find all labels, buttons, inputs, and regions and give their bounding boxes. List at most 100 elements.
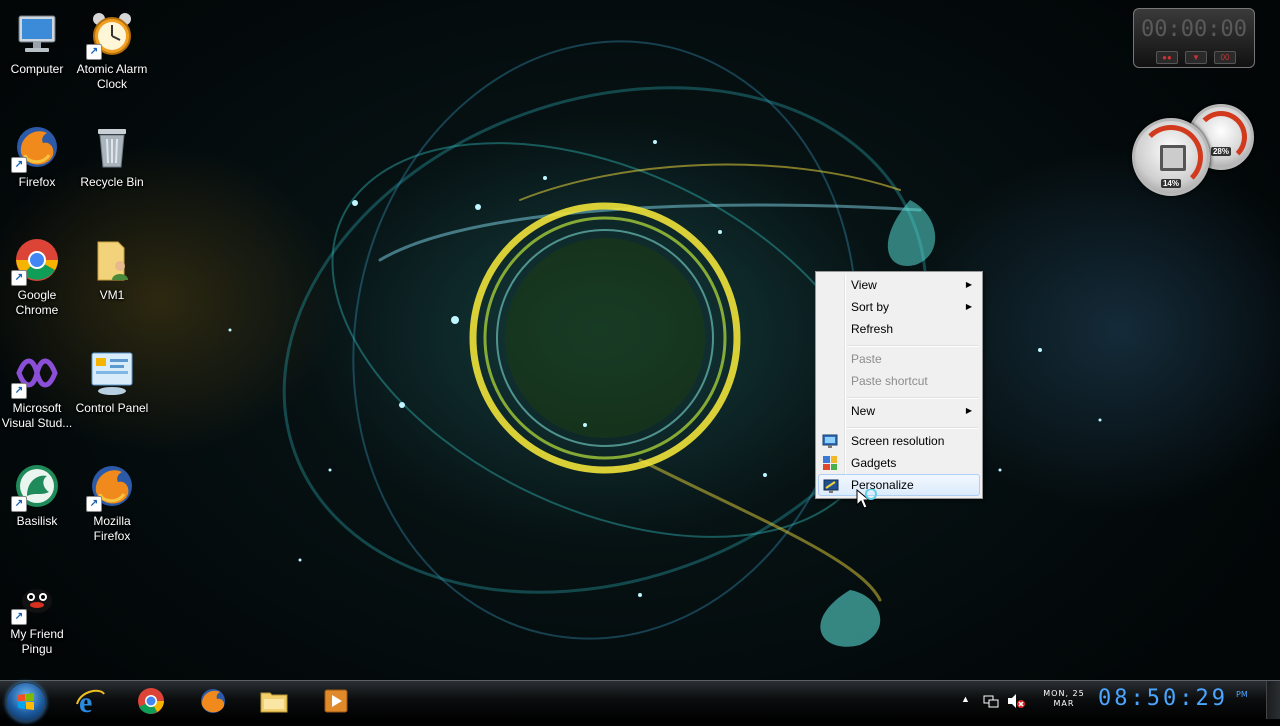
desktop-icon-control-panel[interactable]: Control Panel bbox=[74, 343, 150, 416]
icon-label: Microsoft Visual Stud... bbox=[1, 401, 73, 430]
taskbar-firefox[interactable] bbox=[184, 683, 240, 719]
firefox-icon bbox=[201, 689, 225, 713]
shortcut-arrow-icon: ↗ bbox=[86, 44, 102, 60]
desktop-icon-mozilla-firefox[interactable]: ↗ Mozilla Firefox bbox=[74, 456, 150, 544]
stopwatch-time: 00:00:00 bbox=[1141, 17, 1247, 42]
wallpaper-art bbox=[228, 40, 1102, 647]
basilisk-icon: ↗ bbox=[11, 462, 61, 512]
menu-item-label: Sort by bbox=[851, 300, 890, 314]
menu-item-label: Screen resolution bbox=[851, 434, 945, 448]
taskbar-windows-explorer[interactable] bbox=[245, 683, 301, 719]
chrome-icon bbox=[138, 688, 164, 714]
cpu-chip-icon bbox=[1160, 145, 1186, 171]
taskbar-internet-explorer[interactable]: e bbox=[61, 683, 117, 719]
desktop-icon-recycle-bin[interactable]: Recycle Bin bbox=[74, 117, 150, 190]
taskbar-chrome[interactable] bbox=[122, 683, 178, 719]
shortcut-arrow-icon: ↗ bbox=[11, 496, 27, 512]
start-button[interactable] bbox=[6, 682, 46, 722]
screen-resolution-icon bbox=[822, 433, 838, 449]
menu-item-refresh[interactable]: Refresh bbox=[818, 318, 980, 340]
computer-icon bbox=[13, 10, 61, 58]
desktop-icon-visual-studio[interactable]: ↗ Microsoft Visual Stud... bbox=[0, 343, 75, 431]
show-hidden-icons-button[interactable]: ▲ bbox=[961, 694, 970, 704]
shortcut-arrow-icon: ↗ bbox=[86, 496, 102, 512]
menu-item-label: Paste shortcut bbox=[851, 374, 928, 388]
menu-item-view[interactable]: View ▶ bbox=[818, 274, 980, 296]
date-month: MAR bbox=[1053, 699, 1075, 708]
menu-item-paste-shortcut[interactable]: Paste shortcut bbox=[818, 370, 980, 392]
menu-item-gadgets[interactable]: Gadgets bbox=[818, 452, 980, 474]
windows-explorer-icon bbox=[260, 692, 288, 713]
icon-label: My Friend Pingu bbox=[10, 627, 64, 656]
stopwatch-mode-button[interactable]: ▼ bbox=[1185, 51, 1207, 64]
firefox-icon: ↗ bbox=[11, 123, 61, 173]
recycle-bin-icon bbox=[88, 123, 136, 171]
desktop-wallpaper[interactable] bbox=[0, 0, 1280, 680]
desktop-icon-basilisk[interactable]: ↗ Basilisk bbox=[0, 456, 75, 529]
show-desktop-button[interactable] bbox=[1266, 681, 1280, 719]
taskbar-clock-time[interactable]: 08:50:29 bbox=[1098, 686, 1228, 711]
menu-separator bbox=[847, 345, 978, 347]
icon-label: Computer bbox=[10, 62, 64, 76]
menu-item-label: Refresh bbox=[851, 322, 894, 336]
personalize-icon bbox=[823, 478, 839, 494]
menu-separator bbox=[847, 427, 978, 429]
icon-label: Control Panel bbox=[75, 401, 149, 415]
windows-logo-icon bbox=[18, 693, 34, 710]
media-player-icon bbox=[324, 689, 348, 713]
cpu-value: 14% bbox=[1160, 179, 1181, 188]
control-panel-icon bbox=[88, 349, 136, 397]
menu-item-paste[interactable]: Paste bbox=[818, 348, 980, 370]
internet-explorer-icon: e bbox=[76, 686, 105, 716]
icon-label: Firefox bbox=[18, 175, 56, 189]
icon-label: VM1 bbox=[99, 288, 125, 302]
shortcut-arrow-icon: ↗ bbox=[11, 383, 27, 399]
desktop-icon-google-chrome[interactable]: ↗ Google Chrome bbox=[0, 230, 75, 318]
shortcut-arrow-icon: ↗ bbox=[11, 270, 27, 286]
alarm-clock-icon: ↗ bbox=[86, 10, 136, 60]
desktop-icon-atomic-alarm-clock[interactable]: ↗ Atomic Alarm Clock bbox=[74, 4, 150, 92]
firefox-icon: ↗ bbox=[86, 462, 136, 512]
taskbar-media-player[interactable] bbox=[307, 683, 363, 719]
svg-text:e: e bbox=[79, 686, 92, 716]
shortcut-arrow-icon: ↗ bbox=[11, 609, 27, 625]
submenu-arrow-icon: ▶ bbox=[965, 406, 972, 415]
desktop-icon-my-friend-pingu[interactable]: ↗ My Friend Pingu bbox=[0, 569, 75, 657]
desktop-icon-computer[interactable]: Computer bbox=[0, 4, 75, 77]
desktop-context-menu: View ▶ Sort by ▶ Refresh Paste Paste sho… bbox=[815, 271, 983, 499]
icon-label: Recycle Bin bbox=[80, 175, 144, 189]
gadgets-icon bbox=[822, 455, 838, 471]
icon-label: Basilisk bbox=[16, 514, 58, 528]
icon-label: Mozilla Firefox bbox=[93, 514, 131, 543]
mouse-cursor-busy-icon bbox=[856, 488, 878, 518]
desktop-icon-firefox[interactable]: ↗ Firefox bbox=[0, 117, 75, 190]
shortcut-arrow-icon: ↗ bbox=[11, 157, 27, 173]
date-weekday-day: MON, 25 bbox=[1043, 689, 1085, 698]
menu-item-label: Paste bbox=[851, 352, 882, 366]
pingu-icon: ↗ bbox=[11, 575, 61, 625]
taskbar-clock-ampm: PM bbox=[1236, 690, 1248, 699]
submenu-arrow-icon: ▶ bbox=[965, 280, 972, 289]
menu-item-screen-resolution[interactable]: Screen resolution bbox=[818, 430, 980, 452]
cpu-gauge[interactable]: 14% bbox=[1132, 118, 1210, 196]
memory-value: 28% bbox=[1210, 147, 1231, 156]
icon-label: Atomic Alarm Clock bbox=[76, 62, 148, 91]
icon-label: Google Chrome bbox=[15, 288, 59, 317]
taskbar-date[interactable]: MON, 25 MAR bbox=[1036, 689, 1092, 709]
menu-item-new[interactable]: New ▶ bbox=[818, 400, 980, 422]
submenu-arrow-icon: ▶ bbox=[965, 302, 972, 311]
stopwatch-start-button[interactable]: ●● bbox=[1156, 51, 1178, 64]
menu-item-sort-by[interactable]: Sort by ▶ bbox=[818, 296, 980, 318]
desktop-icon-vm1[interactable]: VM1 bbox=[74, 230, 150, 303]
visual-studio-icon: ↗ bbox=[11, 349, 61, 399]
menu-item-label: View bbox=[851, 278, 877, 292]
volume-muted-icon[interactable] bbox=[1007, 693, 1025, 709]
menu-separator bbox=[847, 397, 978, 399]
chrome-icon: ↗ bbox=[11, 236, 61, 286]
stopwatch-reset-button[interactable]: 00 bbox=[1214, 51, 1236, 64]
menu-item-label: Gadgets bbox=[851, 456, 897, 470]
menu-item-personalize[interactable]: Personalize bbox=[818, 474, 980, 496]
menu-item-label: New bbox=[851, 404, 876, 418]
stopwatch-gadget[interactable]: 00:00:00 ●● ▼ 00 bbox=[1133, 8, 1255, 68]
network-icon[interactable] bbox=[983, 693, 999, 709]
